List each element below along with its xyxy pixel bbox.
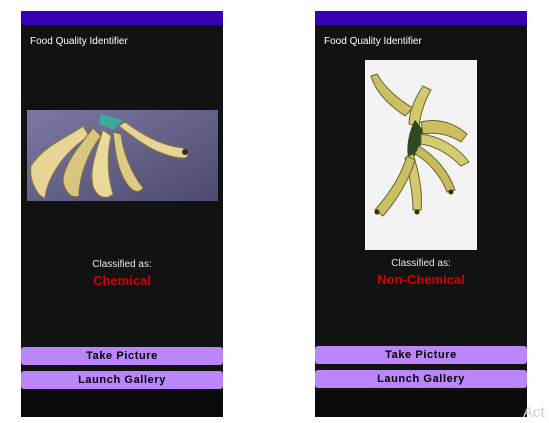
classification-result: Chemical bbox=[93, 273, 151, 288]
launch-gallery-button[interactable]: Launch Gallery bbox=[315, 370, 527, 388]
status-bar bbox=[21, 11, 223, 25]
launch-gallery-button[interactable]: Launch Gallery bbox=[21, 371, 223, 389]
app-title: Food Quality Identifier bbox=[324, 36, 422, 47]
phone-screen-left: Food Quality Identifier Classified as: C… bbox=[21, 11, 223, 417]
banana-photo bbox=[27, 110, 218, 201]
banana-image bbox=[27, 110, 218, 201]
activation-watermark: Act bbox=[523, 404, 545, 421]
take-picture-button[interactable]: Take Picture bbox=[315, 346, 527, 364]
classified-label: Classified as: bbox=[391, 258, 451, 269]
classification-result: Non-Chemical bbox=[377, 272, 465, 287]
navigation-bar bbox=[21, 391, 223, 417]
banana-photo bbox=[365, 60, 477, 250]
app-title: Food Quality Identifier bbox=[30, 36, 128, 47]
banana-image bbox=[365, 60, 477, 250]
status-bar bbox=[315, 11, 527, 25]
navigation-bar bbox=[315, 391, 527, 417]
take-picture-button[interactable]: Take Picture bbox=[21, 347, 223, 365]
classified-label: Classified as: bbox=[92, 259, 152, 270]
phone-screen-right: Food Quality Identifier Classified as: N… bbox=[315, 11, 527, 417]
